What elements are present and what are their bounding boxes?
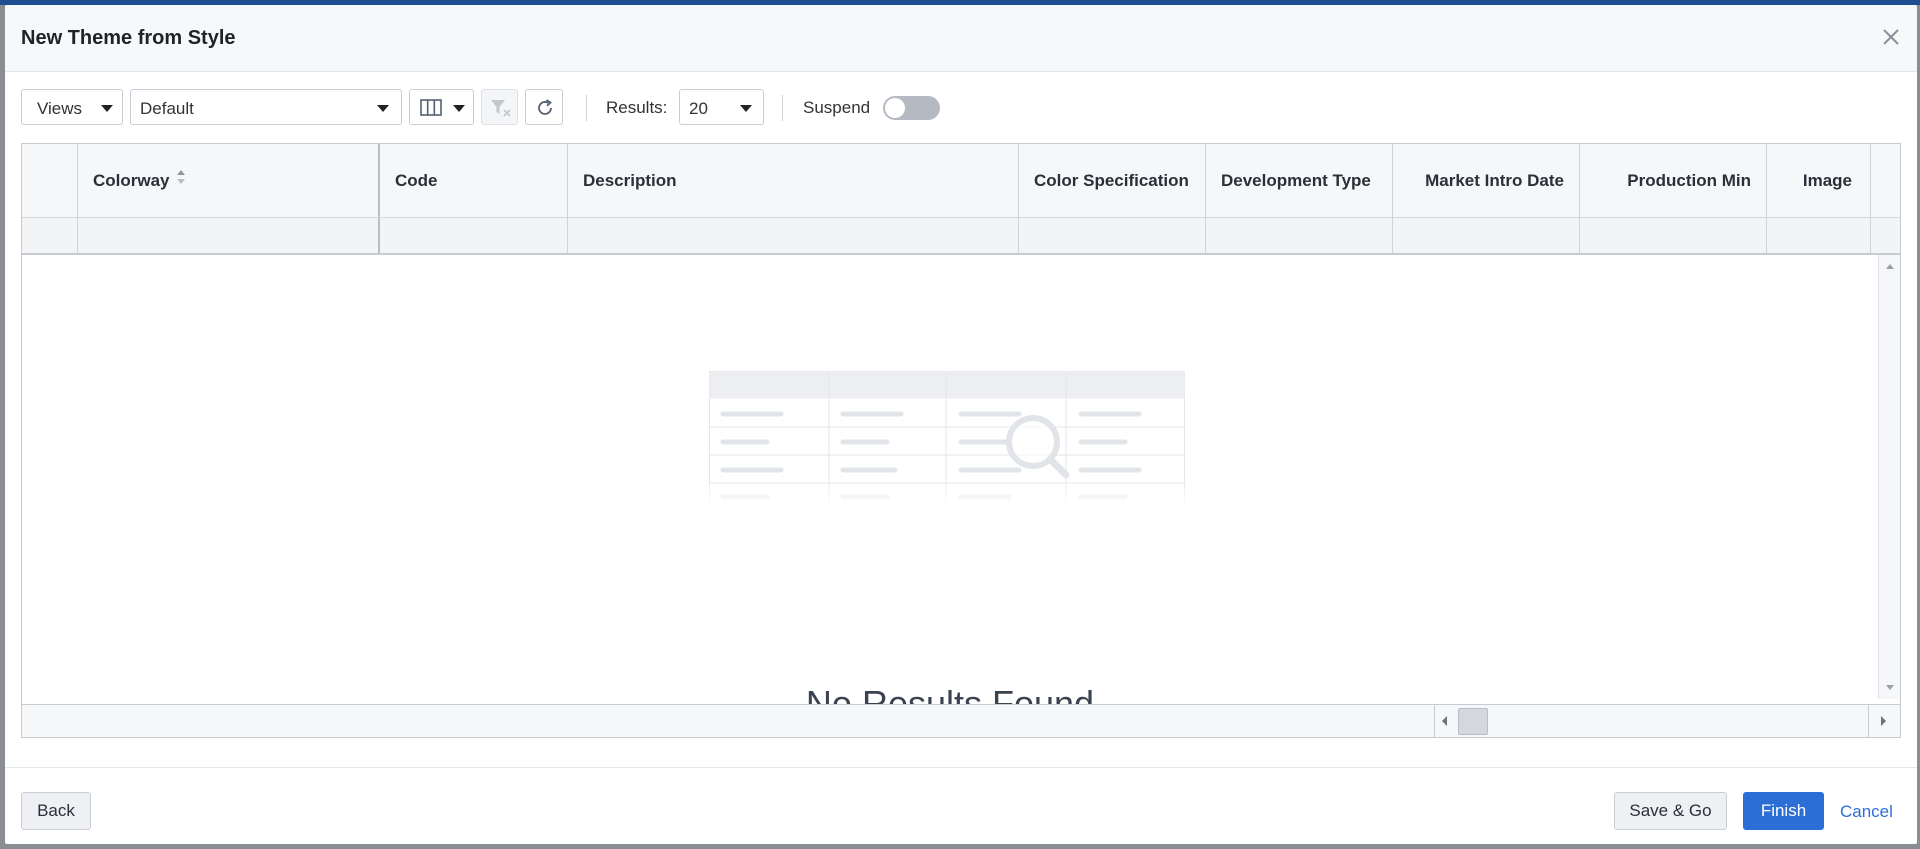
filter-cell[interactable] <box>1393 218 1580 253</box>
columns-button[interactable] <box>409 89 474 125</box>
filter-cell <box>22 218 78 253</box>
filter-cell[interactable] <box>1767 218 1871 253</box>
scroll-thumb[interactable] <box>1458 708 1488 735</box>
column-label: Image <box>1802 171 1852 190</box>
toolbar-divider <box>586 95 587 121</box>
dialog-footer: Back Save & Go Finish Cancel <box>5 767 1917 844</box>
column-label: Colorway <box>93 171 170 190</box>
filter-row <box>22 218 1900 255</box>
chevron-down-icon <box>101 105 113 112</box>
toolbar-divider <box>782 95 783 121</box>
column-header-colorway[interactable]: Colorway <box>78 144 380 217</box>
scroll-down-icon[interactable] <box>1885 684 1895 692</box>
filter-cell[interactable] <box>1206 218 1393 253</box>
scroll-left-icon[interactable] <box>1440 715 1448 727</box>
empty-table-illustration <box>709 371 1185 507</box>
toggle-knob <box>885 98 905 118</box>
refresh-button[interactable] <box>525 89 563 125</box>
results-label: Results: <box>606 98 668 117</box>
columns-icon <box>420 99 442 116</box>
dialog-header: New Theme from Style <box>5 5 1917 72</box>
column-label: Code <box>395 171 438 190</box>
results-select[interactable]: 20 <box>679 89 764 125</box>
view-select[interactable]: Default <box>130 89 402 125</box>
column-header-production-min[interactable]: Production Min <box>1580 144 1767 217</box>
column-header-code[interactable]: Code <box>380 144 568 217</box>
dialog-title: New Theme from Style <box>21 27 236 49</box>
clear-filter-button[interactable] <box>481 89 518 125</box>
grid-header: Colorway Code Description Color Specific… <box>22 144 1900 255</box>
results-grid: Colorway Code Description Color Specific… <box>21 143 1901 738</box>
column-header-image[interactable]: Image <box>1767 144 1871 217</box>
column-label: Development Type <box>1221 171 1371 190</box>
chevron-down-icon <box>740 105 752 112</box>
refresh-icon <box>538 99 552 115</box>
column-header-description[interactable]: Description <box>568 144 1019 217</box>
close-icon[interactable] <box>1879 25 1903 49</box>
suspend-toggle[interactable] <box>883 96 940 120</box>
column-label: Market Intro Date <box>1425 171 1564 190</box>
views-label: Views <box>37 99 83 118</box>
cancel-link[interactable]: Cancel <box>1840 802 1893 822</box>
grid-body: No Results Found <box>22 255 1878 724</box>
scroll-up-icon[interactable] <box>1885 262 1895 270</box>
filter-cell[interactable] <box>1580 218 1767 253</box>
results-value: 20 <box>689 99 708 118</box>
filter-cell[interactable] <box>380 218 568 253</box>
back-button[interactable]: Back <box>21 792 91 830</box>
scrollbar-divider <box>1434 705 1435 737</box>
clear-filter-icon <box>491 100 511 117</box>
save-and-go-button[interactable]: Save & Go <box>1614 792 1727 830</box>
filter-cell[interactable] <box>1019 218 1206 253</box>
view-selected-value: Default <box>140 99 194 118</box>
chevron-down-icon <box>377 105 389 112</box>
views-dropdown[interactable]: Views <box>21 89 123 125</box>
scroll-right-icon[interactable] <box>1880 715 1888 727</box>
chevron-down-icon <box>453 105 465 112</box>
column-header-development-type[interactable]: Development Type <box>1206 144 1393 217</box>
column-label: Description <box>583 171 677 190</box>
column-label: Production Min <box>1627 171 1751 190</box>
column-header-color-specification[interactable]: Color Specification <box>1019 144 1206 217</box>
column-label: Color Specification <box>1034 171 1189 190</box>
filter-cell[interactable] <box>78 218 380 253</box>
grid-toolbar: Views Default Results: 20 Suspend <box>21 89 1901 127</box>
finish-button[interactable]: Finish <box>1743 792 1824 830</box>
sort-icon[interactable] <box>176 168 186 186</box>
scrollbar-divider <box>1868 705 1869 737</box>
new-theme-dialog: New Theme from Style Views Default Resul… <box>5 5 1917 844</box>
suspend-label: Suspend <box>803 98 871 117</box>
vertical-scrollbar[interactable] <box>1878 255 1900 699</box>
column-header-market-intro-date[interactable]: Market Intro Date <box>1393 144 1580 217</box>
horizontal-scrollbar[interactable] <box>22 704 1900 737</box>
column-header-row: Colorway Code Description Color Specific… <box>22 144 1900 218</box>
row-selector-header[interactable] <box>22 144 78 217</box>
filter-cell[interactable] <box>568 218 1019 253</box>
